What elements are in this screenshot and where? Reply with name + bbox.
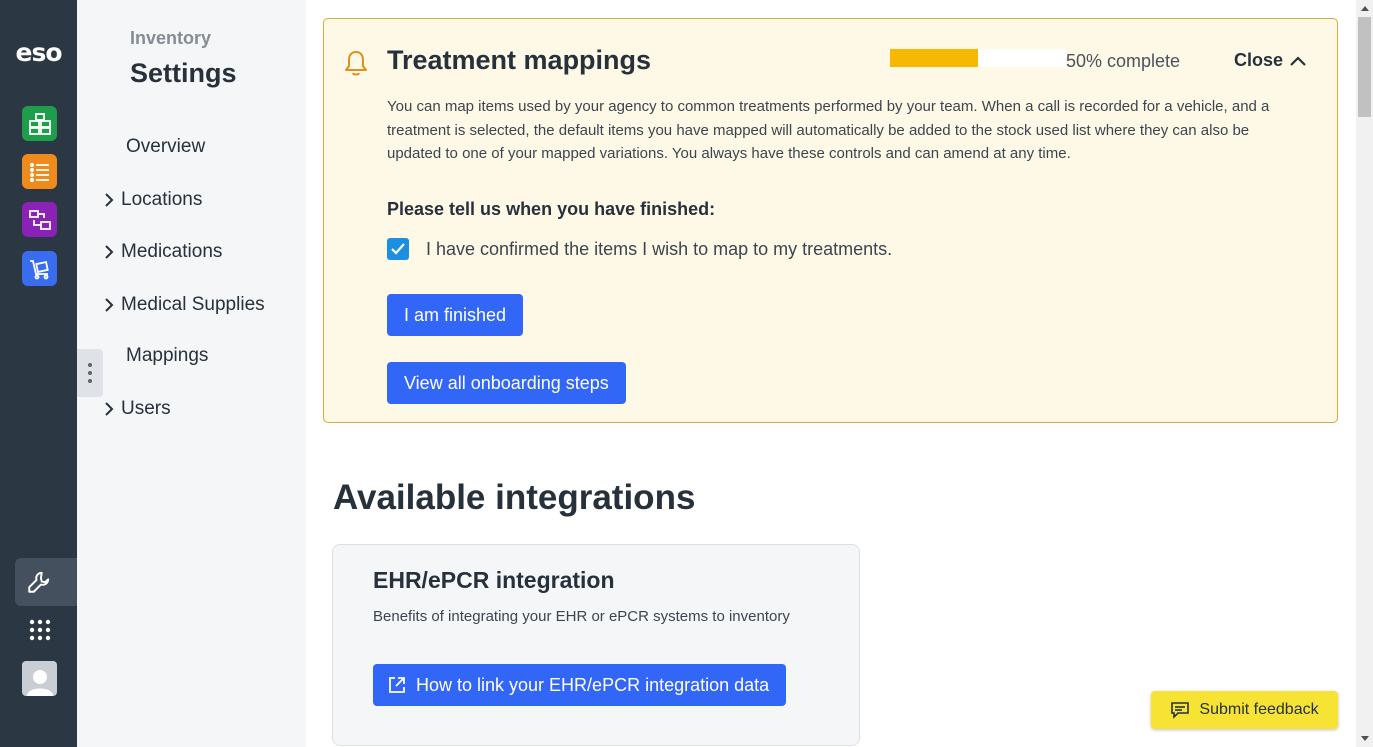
bell-icon	[345, 51, 367, 76]
view-onboarding-steps-button[interactable]: View all onboarding steps	[387, 362, 626, 404]
sidebar-item-users[interactable]: Users	[97, 397, 171, 421]
wrench-icon	[28, 571, 50, 593]
link-integration-button[interactable]: How to link your EHR/ePCR integration da…	[373, 664, 787, 706]
app-rail: eso	[0, 0, 77, 747]
triangle-down-icon	[1360, 736, 1369, 741]
card-title: EHR/ePCR integration	[373, 567, 615, 593]
transfer-app-button[interactable]	[22, 202, 57, 237]
confirm-checkbox-row[interactable]: I have confirmed the items I wish to map…	[387, 238, 892, 260]
page-scrollbar[interactable]	[1356, 0, 1373, 747]
link-integration-label: How to link your EHR/ePCR integration da…	[416, 674, 770, 695]
sidebar-item-label: Overview	[126, 136, 206, 157]
feedback-label: Submit feedback	[1199, 701, 1319, 718]
triangle-up-icon	[1360, 6, 1369, 11]
banner-prompt: Please tell us when you have finished:	[387, 199, 716, 219]
ehr-integration-card: EHR/ePCR integration Benefits of integra…	[332, 544, 860, 746]
list-app-icon	[29, 162, 49, 182]
dots-grid-icon	[29, 619, 50, 640]
feedback-icon	[1171, 702, 1190, 719]
sidebar-item-label: Medications	[121, 241, 223, 262]
drag-dot	[88, 379, 92, 383]
checkmark-icon	[391, 243, 405, 255]
user-icon	[26, 670, 53, 696]
settings-sidebar: Inventory Settings Overview Locations Me…	[77, 0, 306, 747]
card-description: Benefits of integrating your EHR or ePCR…	[373, 608, 790, 625]
app-launcher-button[interactable]	[22, 612, 57, 647]
scroll-up-arrow[interactable]	[1356, 0, 1373, 17]
progress-bar	[890, 49, 1066, 67]
sidebar-item-medical-supplies[interactable]: Medical Supplies	[97, 293, 265, 317]
sidebar-item-medications[interactable]: Medications	[97, 240, 222, 264]
grid-app-icon	[28, 112, 51, 135]
cart-app-icon	[29, 259, 49, 279]
banner-description: You can map items used by your agency to…	[387, 98, 1270, 162]
finish-button[interactable]: I am finished	[387, 294, 524, 336]
drag-dot	[88, 371, 92, 375]
close-label: Close	[1234, 50, 1284, 70]
sidebar-item-overview[interactable]: Overview	[126, 136, 205, 158]
sidebar-collapse-handle[interactable]	[77, 349, 103, 397]
confirm-checkbox-label: I have confirmed the items I wish to map…	[426, 238, 893, 259]
submit-feedback-button[interactable]: Submit feedback	[1151, 691, 1338, 729]
progress-label: 50% complete	[1066, 51, 1181, 71]
settings-tool-button[interactable]	[15, 558, 77, 606]
sidebar-item-label: Mappings	[126, 345, 209, 366]
banner-title: Treatment mappings	[387, 45, 652, 75]
external-link-icon	[389, 677, 405, 693]
list-app-button[interactable]	[22, 154, 57, 189]
grid-app-button[interactable]	[22, 106, 57, 141]
scroll-down-arrow[interactable]	[1356, 730, 1373, 747]
scroll-thumb[interactable]	[1358, 17, 1371, 117]
chevron-right-icon	[97, 240, 121, 264]
integrations-title: Available integrations	[333, 478, 696, 517]
sidebar-item-label: Medical Supplies	[121, 294, 265, 315]
progress-fill	[890, 49, 978, 67]
chevron-up-icon	[1290, 55, 1306, 66]
sidebar-item-label: Locations	[121, 189, 203, 210]
sidebar-item-locations[interactable]: Locations	[97, 188, 202, 212]
eso-logo[interactable]: eso	[0, 38, 77, 67]
treatment-mappings-banner: Treatment mappings 50% complete Close Yo…	[323, 18, 1338, 423]
sidebar-supertitle: Inventory	[130, 28, 212, 48]
sidebar-title: Settings	[130, 58, 237, 88]
close-button[interactable]: Close	[1234, 50, 1307, 71]
sidebar-item-mappings[interactable]: Mappings	[126, 345, 208, 367]
sidebar-item-label: Users	[121, 398, 171, 419]
avatar[interactable]	[22, 661, 57, 696]
transfer-app-icon	[28, 209, 51, 230]
drag-dot	[88, 363, 92, 367]
chevron-right-icon	[97, 293, 121, 317]
confirm-checkbox[interactable]	[387, 238, 409, 260]
chevron-right-icon	[97, 397, 121, 421]
cart-app-button[interactable]	[22, 251, 57, 286]
chevron-right-icon	[97, 188, 121, 212]
